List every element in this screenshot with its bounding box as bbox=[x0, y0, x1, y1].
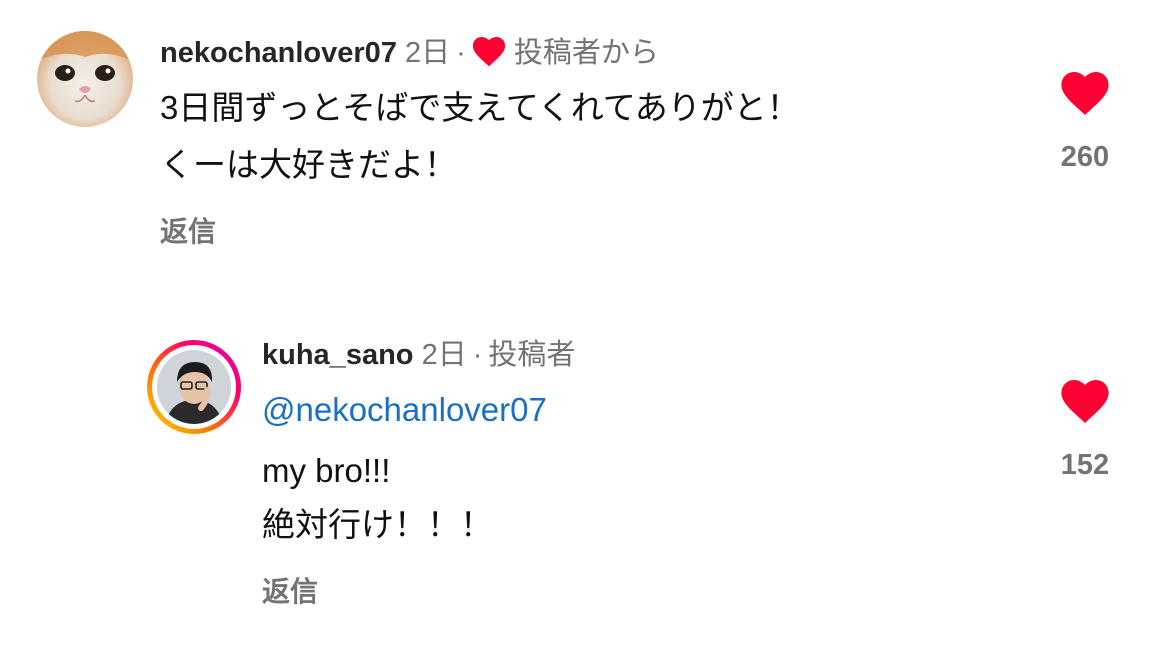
comment-text-line: くーは大好きだよ！ bbox=[160, 146, 457, 183]
separator: · bbox=[456, 37, 466, 69]
avatar-cat[interactable] bbox=[37, 31, 133, 127]
comment-text-line: my bro!!! bbox=[262, 452, 391, 489]
separator: · bbox=[472, 339, 483, 371]
comment-text-line: 絶対行け！！！ bbox=[262, 506, 493, 543]
comment-kuha-sano: kuha_sano 2日 · 投稿者 @nekochanlover07 my bro… bbox=[0, 290, 1170, 655]
person-avatar-icon bbox=[157, 350, 231, 424]
author-liked-badge: 投稿者から bbox=[513, 37, 659, 69]
like-count: 152 bbox=[1060, 449, 1110, 481]
username[interactable]: kuha_sano bbox=[262, 339, 414, 371]
comment-nekochanlover07: nekochanlover07 2日 · 投稿者から 3日間ずっとそばで支えてくれて… bbox=[0, 0, 1170, 290]
avatar-story-ring[interactable] bbox=[147, 340, 241, 434]
timestamp: 2日 bbox=[421, 339, 467, 371]
author-badge: 投稿者 bbox=[488, 339, 576, 371]
username[interactable]: nekochanlover07 bbox=[160, 37, 397, 69]
like-control: 152 bbox=[1040, 380, 1130, 482]
avatar-photo bbox=[157, 350, 231, 424]
heart-icon[interactable] bbox=[1060, 72, 1110, 116]
comment-meta: kuha_sano 2日 · 投稿者 bbox=[262, 337, 575, 373]
cat-avatar-icon bbox=[37, 31, 133, 127]
like-count: 260 bbox=[1060, 141, 1110, 173]
comment-text-line: 3日間ずっとそばで支えてくれてありがと！ bbox=[160, 89, 800, 126]
reply-button[interactable]: 返信 bbox=[160, 215, 216, 249]
mention-link[interactable]: @nekochanlover07 bbox=[262, 390, 547, 430]
reply-button[interactable]: 返信 bbox=[262, 575, 318, 609]
like-control: 260 bbox=[1040, 72, 1130, 174]
heart-icon[interactable] bbox=[1060, 380, 1110, 424]
timestamp: 2日 bbox=[405, 37, 451, 69]
comment-meta: nekochanlover07 2日 · 投稿者から bbox=[160, 35, 659, 71]
heart-icon bbox=[472, 37, 505, 67]
